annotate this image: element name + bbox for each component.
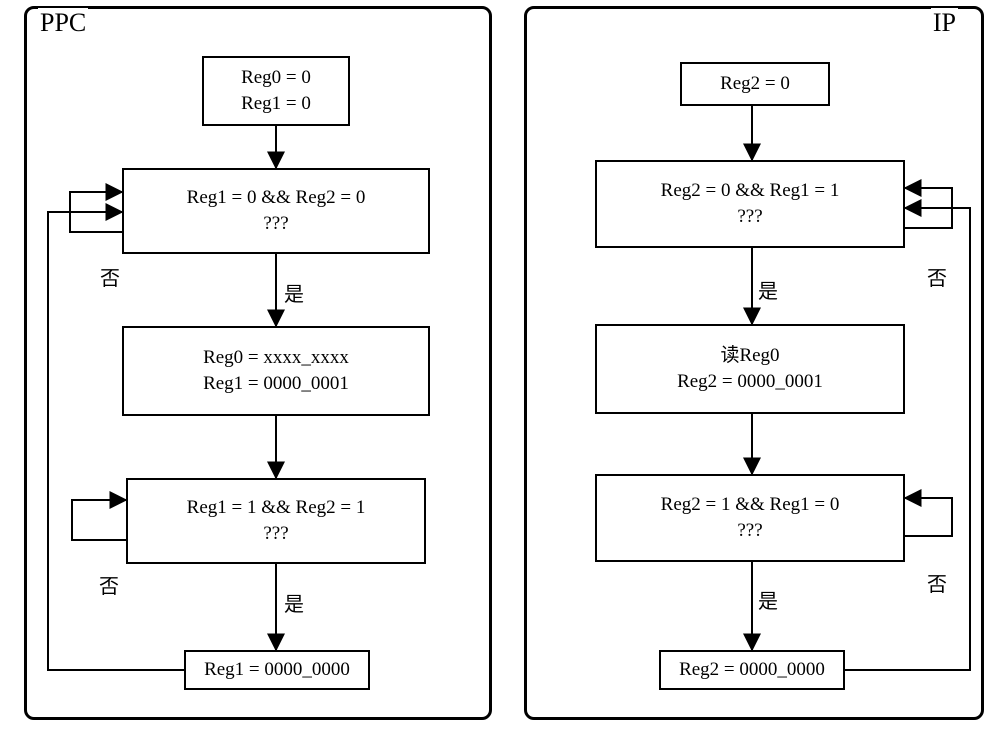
diagram-canvas: PPC Reg0 = 0 Reg1 = 0 Reg1 = 0 && Reg2 =…: [0, 0, 1000, 729]
text: Reg2 = 1 && Reg1 = 0: [661, 492, 840, 518]
text: Reg2 = 0 && Reg1 = 1: [661, 178, 840, 204]
text: 读Reg0: [720, 343, 779, 369]
right-panel-title: IP: [931, 8, 958, 38]
right-final-box: Reg2 = 0000_0000: [659, 650, 845, 690]
right-cond2-no: 否: [927, 568, 947, 597]
left-cond2-box: Reg1 = 1 && Reg2 = 1 ???: [126, 478, 426, 564]
right-cond1-yes: 是: [758, 275, 778, 304]
text: Reg2 = 0000_0001: [677, 369, 823, 395]
text: ???: [263, 521, 288, 547]
left-init-box: Reg0 = 0 Reg1 = 0: [202, 56, 350, 126]
left-cond2-no: 否: [99, 570, 119, 599]
right-cond2-box: Reg2 = 1 && Reg1 = 0 ???: [595, 474, 905, 562]
text: Reg1 = 0 && Reg2 = 0: [187, 185, 366, 211]
text: Reg1 = 0000_0000: [204, 657, 350, 683]
left-cond1-yes: 是: [284, 278, 304, 307]
text: Reg1 = 1 && Reg2 = 1: [187, 495, 366, 521]
right-init-box: Reg2 = 0: [680, 62, 830, 106]
right-cond2-yes: 是: [758, 585, 778, 614]
left-panel-title: PPC: [38, 8, 88, 38]
text: ???: [737, 518, 762, 544]
left-cond1-no: 否: [100, 262, 120, 291]
text: Reg1 = 0: [241, 91, 311, 117]
text: Reg0 = 0: [241, 65, 311, 91]
text: Reg0 = xxxx_xxxx: [203, 345, 349, 371]
right-assign1-box: 读Reg0 Reg2 = 0000_0001: [595, 324, 905, 414]
left-final-box: Reg1 = 0000_0000: [184, 650, 370, 690]
right-cond1-no: 否: [927, 262, 947, 291]
text: ???: [263, 211, 288, 237]
left-cond2-yes: 是: [284, 588, 304, 617]
left-cond1-box: Reg1 = 0 && Reg2 = 0 ???: [122, 168, 430, 254]
text: Reg2 = 0: [720, 71, 790, 97]
text: Reg1 = 0000_0001: [203, 371, 349, 397]
left-assign1-box: Reg0 = xxxx_xxxx Reg1 = 0000_0001: [122, 326, 430, 416]
text: Reg2 = 0000_0000: [679, 657, 825, 683]
right-cond1-box: Reg2 = 0 && Reg1 = 1 ???: [595, 160, 905, 248]
text: ???: [737, 204, 762, 230]
